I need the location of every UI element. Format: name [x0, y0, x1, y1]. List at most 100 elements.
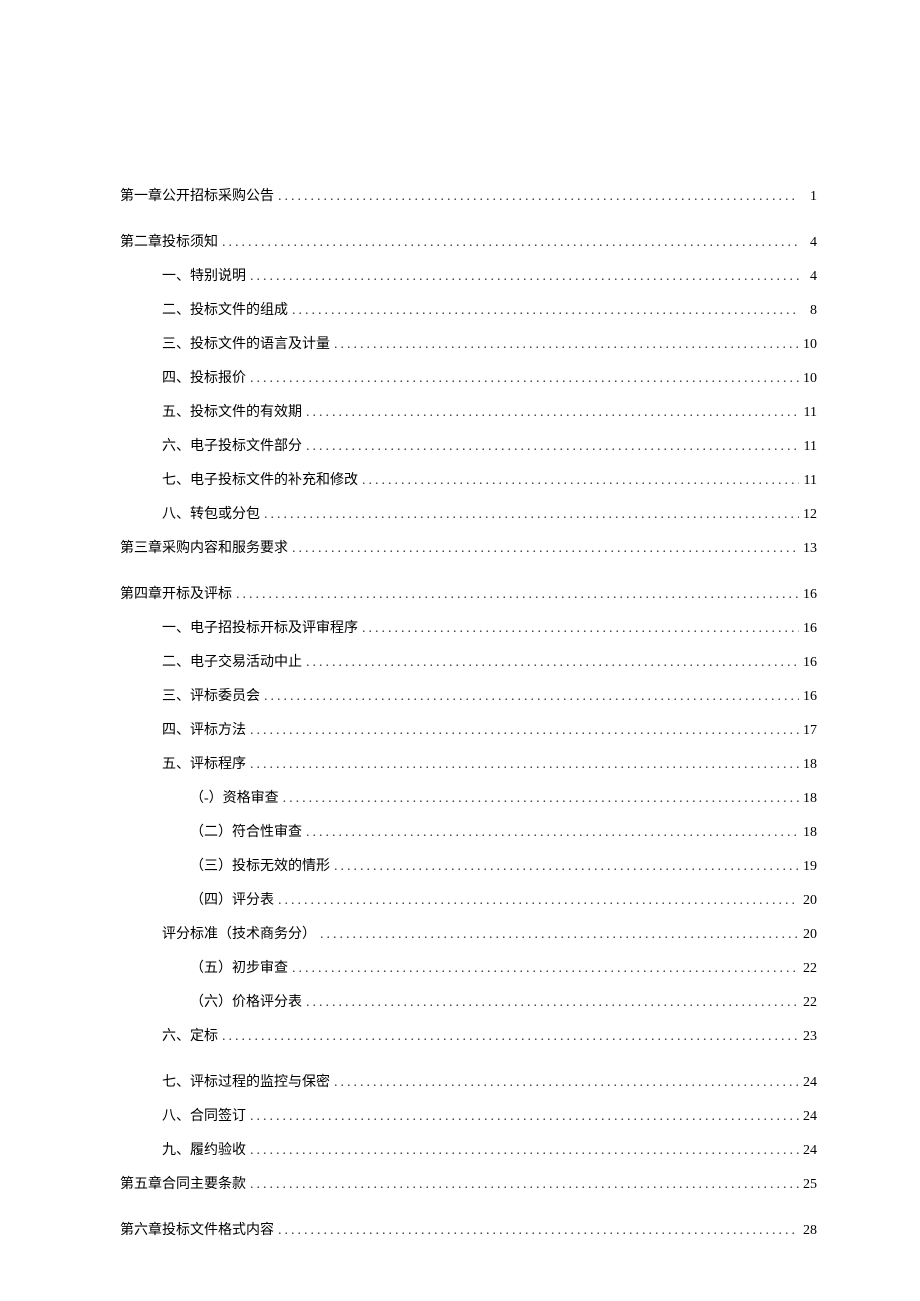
toc-title: 七、评标过程的监控与保密 — [162, 1071, 330, 1091]
toc-page-number: 19 — [803, 859, 817, 875]
toc-entry: 五、评标程序 18 — [120, 753, 817, 773]
toc-leader-dots — [222, 1029, 799, 1045]
toc-title: 六、电子投标文件部分 — [162, 435, 302, 455]
toc-leader-dots — [250, 1109, 799, 1125]
toc-title: 八、转包或分包 — [162, 503, 260, 523]
toc-leader-dots — [222, 235, 799, 251]
toc-entry: 八、转包或分包 12 — [120, 503, 817, 523]
toc-leader-dots — [306, 439, 799, 455]
toc-entry: 七、电子投标文件的补充和修改 11 — [120, 469, 817, 489]
toc-entry: （-）资格审查 18 — [120, 787, 817, 807]
toc-page-number: 10 — [803, 337, 817, 353]
toc-page-number: 20 — [803, 927, 817, 943]
toc-page-number: 12 — [803, 507, 817, 523]
toc-page-number: 25 — [803, 1177, 817, 1193]
toc-entry: 一、特别说明4 — [120, 265, 817, 285]
toc-leader-dots — [278, 893, 799, 909]
toc-leader-dots — [250, 371, 799, 387]
toc-leader-dots — [264, 507, 799, 523]
toc-leader-dots — [362, 621, 799, 637]
toc-title: 九、履约验收 — [162, 1139, 246, 1159]
toc-page-number: 8 — [803, 303, 817, 319]
toc-title: 第三章采购内容和服务要求 — [120, 537, 288, 557]
toc-leader-dots — [306, 825, 799, 841]
toc-leader-dots — [264, 689, 799, 705]
toc-leader-dots — [250, 757, 799, 773]
toc-page-number: 16 — [803, 621, 817, 637]
toc-title: 第一章公开招标采购公告 — [120, 185, 274, 205]
toc-title: 第二章投标须知 — [120, 231, 218, 251]
toc-leader-dots — [250, 269, 799, 285]
toc-title: （六）价格评分表 — [190, 991, 302, 1011]
toc-page-number: 1 — [803, 189, 817, 205]
toc-leader-dots — [292, 303, 799, 319]
toc-title: （三）投标无效的情形 — [190, 855, 330, 875]
toc-page-number: 17 — [803, 723, 817, 739]
toc-title: 第五章合同主要条款 — [120, 1173, 246, 1193]
toc-page-number: 11 — [803, 473, 817, 489]
toc-entry: （六）价格评分表 22 — [120, 991, 817, 1011]
toc-page-number: 16 — [803, 587, 817, 603]
toc-page-number: 16 — [803, 655, 817, 671]
toc-leader-dots — [306, 995, 799, 1011]
toc-leader-dots — [283, 791, 799, 807]
toc-entry: 六、定标23 — [120, 1025, 817, 1045]
toc-entry: 五、投标文件的有效期 11 — [120, 401, 817, 421]
toc-title: 二、投标文件的组成 — [162, 299, 288, 319]
toc-page-number: 23 — [803, 1029, 817, 1045]
toc-entry: （三）投标无效的情形 19 — [120, 855, 817, 875]
toc-entry: （二）符合性审查18 — [120, 821, 817, 841]
toc-title: 第四章开标及评标 — [120, 583, 232, 603]
toc-page-number: 22 — [803, 961, 817, 977]
toc-entry: 二、投标文件的组成 8 — [120, 299, 817, 319]
toc-leader-dots — [320, 927, 799, 943]
toc-page-number: 18 — [803, 791, 817, 807]
toc-entry: 一、电子招投标开标及评审程序16 — [120, 617, 817, 637]
toc-entry: 第二章投标须知 4 — [120, 231, 817, 251]
toc-page-number: 24 — [803, 1109, 817, 1125]
toc-leader-dots — [334, 1075, 799, 1091]
toc-title: 二、电子交易活动中止 — [162, 651, 302, 671]
toc-leader-dots — [306, 655, 799, 671]
toc-title: 八、合同签订 — [162, 1105, 246, 1125]
toc-entry: 九、履约验收24 — [120, 1139, 817, 1159]
toc-page-number: 24 — [803, 1075, 817, 1091]
toc-entry: 二、电子交易活动中止 16 — [120, 651, 817, 671]
toc-title: 三、投标文件的语言及计量 — [162, 333, 330, 353]
toc-leader-dots — [250, 1143, 799, 1159]
toc-leader-dots — [292, 541, 799, 557]
toc-page-number: 18 — [803, 757, 817, 773]
toc-title: （-）资格审查 — [190, 787, 279, 807]
toc-leader-dots — [278, 1223, 799, 1239]
toc-entry: 六、电子投标文件部分11 — [120, 435, 817, 455]
toc-entry: 评分标准（技术商务分） 20 — [120, 923, 817, 943]
document-page: 第一章公开招标采购公告1第二章投标须知4一、特别说明4二、投标文件的组成8三、投… — [0, 0, 920, 1301]
table-of-contents: 第一章公开招标采购公告1第二章投标须知4一、特别说明4二、投标文件的组成8三、投… — [120, 185, 817, 1239]
toc-entry: 八、合同签订 24 — [120, 1105, 817, 1125]
toc-page-number: 4 — [803, 269, 817, 285]
toc-leader-dots — [306, 405, 799, 421]
toc-title: （四）评分表 — [190, 889, 274, 909]
toc-title: 五、投标文件的有效期 — [162, 401, 302, 421]
toc-page-number: 22 — [803, 995, 817, 1011]
toc-title: 五、评标程序 — [162, 753, 246, 773]
toc-title: 第六章投标文件格式内容 — [120, 1219, 274, 1239]
toc-title: （二）符合性审查 — [190, 821, 302, 841]
toc-leader-dots — [236, 587, 799, 603]
toc-entry: 第五章合同主要条款 25 — [120, 1173, 817, 1193]
toc-title: 四、评标方法 — [162, 719, 246, 739]
toc-page-number: 28 — [803, 1223, 817, 1239]
toc-leader-dots — [292, 961, 799, 977]
toc-entry: （四）评分表20 — [120, 889, 817, 909]
toc-title: 评分标准（技术商务分） — [162, 923, 316, 943]
toc-title: 七、电子投标文件的补充和修改 — [162, 469, 358, 489]
toc-entry: 第一章公开招标采购公告 1 — [120, 185, 817, 205]
toc-entry: 第三章采购内容和服务要求13 — [120, 537, 817, 557]
toc-title: （五）初步审查 — [190, 957, 288, 977]
toc-entry: 三、投标文件的语言及计量 10 — [120, 333, 817, 353]
toc-leader-dots — [362, 473, 799, 489]
toc-leader-dots — [250, 1177, 799, 1193]
toc-entry: 三、评标委员会16 — [120, 685, 817, 705]
toc-page-number: 4 — [803, 235, 817, 251]
toc-page-number: 11 — [803, 405, 817, 421]
